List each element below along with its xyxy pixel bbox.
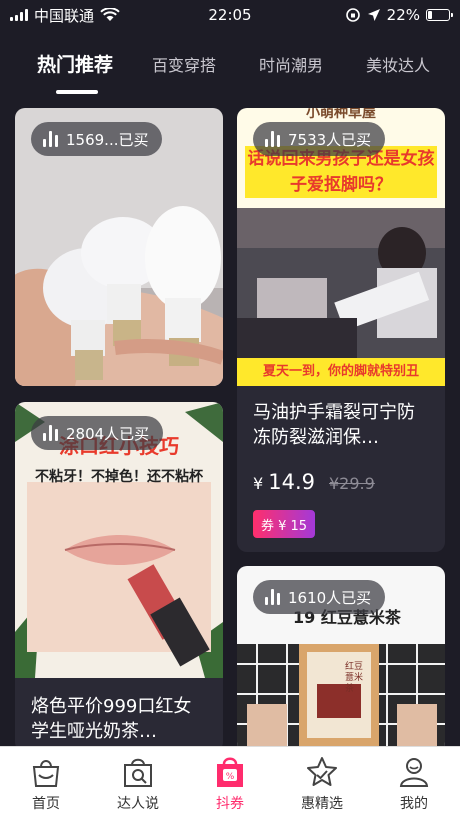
product-card-hand-cream[interactable]: 小萌种草屋 话说回来男孩子还是女孩子爱抠脚吗？ 夏天一到，你的脚就特别丑 753… — [237, 108, 445, 552]
sales-badge: 7533人已买 — [253, 122, 386, 156]
shop-caption: 小萌种草屋 — [306, 108, 376, 121]
nav-profile[interactable]: 我的 — [368, 747, 460, 818]
coupon-bag-icon: % — [217, 757, 243, 787]
location-icon — [367, 9, 380, 21]
package-label: 红豆薏米茶 — [345, 662, 364, 694]
signal-icon — [10, 9, 28, 21]
product-title[interactable]: 烙色平价999口红女学生哑光奶茶… — [31, 694, 207, 744]
sales-chart-icon — [43, 131, 58, 147]
tab-indicator — [56, 90, 98, 94]
orientation-lock-icon — [345, 8, 360, 22]
nav-talent[interactable]: 达人说 — [92, 747, 184, 818]
star-pick-icon — [307, 757, 337, 786]
sales-chart-icon — [265, 131, 280, 147]
battery-percent: 22% — [386, 6, 420, 24]
tab-hot-recommend[interactable]: 热门推荐 — [37, 50, 113, 77]
carrier-label: 中国联通 — [34, 6, 95, 25]
category-tabs: 热门推荐 百变穿搭 时尚潮男 美妆达人 — [0, 42, 460, 94]
svg-text:%: % — [226, 772, 235, 782]
talent-search-icon — [124, 758, 152, 787]
nav-home[interactable]: 首页 — [0, 747, 92, 818]
tab-trendy-men[interactable]: 时尚潮男 — [259, 52, 323, 76]
sales-badge: 1610人已买 — [253, 580, 386, 614]
battery-icon — [426, 9, 453, 21]
product-price: ¥ 14.9 — [253, 470, 316, 494]
product-card-lipstick[interactable]: 涂口红小技巧 不粘牙！不掉色！还不粘杯 2804人已买 烙色平价999口红女学生… — [15, 402, 223, 752]
product-card-bulbs[interactable]: 1569...已买 — [15, 108, 223, 386]
original-price: ¥29.9 — [329, 474, 375, 493]
sales-badge: 1569...已买 — [31, 122, 163, 156]
profile-icon — [399, 758, 429, 787]
status-bar: 中国联通 22:05 22% — [0, 0, 460, 30]
product-title[interactable]: 马油护手霜裂可宁防冻防裂滋润保… — [253, 400, 429, 450]
bottom-navigation: 首页 达人说 % 抖券 惠精选 我的 — [0, 746, 460, 818]
nav-coupons[interactable]: % 抖券 — [184, 747, 276, 818]
image-banner: 夏天一到，你的脚就特别丑 — [237, 358, 445, 386]
wifi-icon — [100, 8, 120, 21]
sales-badge: 2804人已买 — [31, 416, 164, 450]
shopping-bag-icon — [32, 760, 60, 787]
tab-makeup[interactable]: 美妆达人 — [366, 52, 430, 76]
product-card-red-bean-tea[interactable]: 红豆薏米茶 19 红豆薏米茶 1610人已买 — [237, 566, 445, 752]
image-subline: 不粘牙！不掉色！还不粘杯 — [35, 469, 203, 485]
tab-outfits[interactable]: 百变穿搭 — [152, 52, 216, 76]
sales-chart-icon — [43, 425, 58, 441]
coupon-badge[interactable]: 券 ¥ 15 — [253, 510, 316, 538]
sales-chart-icon — [265, 589, 280, 605]
nav-selected[interactable]: 惠精选 — [276, 747, 368, 818]
